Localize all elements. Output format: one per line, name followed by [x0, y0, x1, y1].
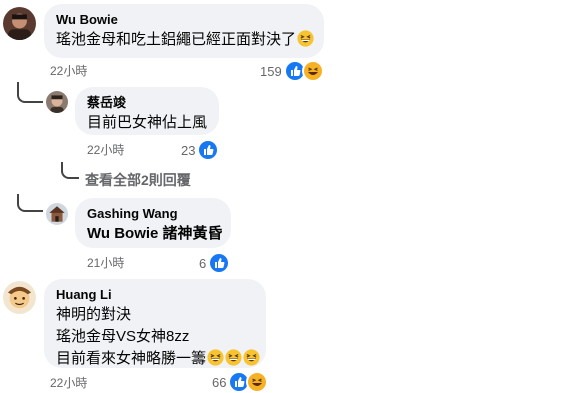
comment-text-line-with-emoji: 目前看來女神略勝一籌 [56, 349, 260, 369]
comment-text-line: 瑤池金母VS女神8zz [56, 328, 190, 345]
haha-icon [246, 371, 269, 393]
comment-bubble: 蔡岳竣 目前巴女神佔上風 [75, 87, 219, 135]
like-icon [208, 252, 231, 274]
reaction-summary[interactable]: 66 [212, 371, 269, 393]
comment-text: 瑤池金母和吃土鋁繩已經正面對決了 [56, 30, 314, 50]
comment-bubble: Wu Bowie 瑤池金母和吃土鋁繩已經正面對決了 [44, 4, 324, 58]
comment-text-line: 神明的對決 [56, 306, 132, 323]
comment-text-content: 目前看來女神略勝一籌 [56, 350, 207, 367]
avatar[interactable] [46, 203, 68, 225]
comment-time[interactable]: 22小時 [87, 141, 124, 158]
comment-author[interactable]: Huang Li [56, 287, 254, 303]
comment-text: Wu Bowie 諸神黃昏 [87, 225, 223, 242]
reaction-summary[interactable]: 6 [199, 252, 231, 274]
avatar[interactable] [3, 281, 36, 314]
like-icon [197, 139, 220, 161]
reaction-summary[interactable]: 159 [260, 60, 324, 82]
grinning-squint-emoji-icon [297, 30, 314, 47]
comment-bubble: Huang Li 神明的對決 瑤池金母VS女神8zz 目前看來女神略勝一籌 [44, 279, 266, 368]
comment-bubble: Gashing Wang Wu Bowie 諸神黃昏 [75, 198, 231, 248]
reaction-count: 6 [199, 255, 207, 271]
comment-author[interactable]: Wu Bowie [56, 12, 312, 28]
thread-connector [61, 162, 79, 179]
reaction-summary[interactable]: 23 [181, 139, 220, 161]
reaction-count: 23 [181, 142, 196, 158]
comment-text: 目前巴女神佔上風 [87, 114, 208, 131]
comment-author[interactable]: 蔡岳竣 [87, 95, 207, 111]
grinning-squint-emoji-icon [225, 349, 242, 366]
avatar[interactable] [3, 7, 36, 40]
thread-connector [17, 194, 43, 212]
comment-time[interactable]: 21小時 [87, 254, 124, 271]
avatar[interactable] [46, 91, 68, 113]
comment-author[interactable]: Gashing Wang [87, 206, 219, 222]
reaction-count: 159 [260, 63, 282, 79]
grinning-squint-emoji-icon [207, 349, 224, 366]
view-more-replies-link[interactable]: 查看全部2則回覆 [85, 170, 191, 190]
comment-time[interactable]: 22小時 [50, 374, 87, 391]
comment-time[interactable]: 22小時 [50, 62, 87, 79]
reaction-count: 66 [212, 374, 227, 390]
comment-text-content: 瑤池金母和吃土鋁繩已經正面對決了 [56, 31, 297, 48]
haha-icon [301, 60, 324, 82]
thread-connector [17, 82, 43, 103]
grinning-squint-emoji-icon [243, 349, 260, 366]
